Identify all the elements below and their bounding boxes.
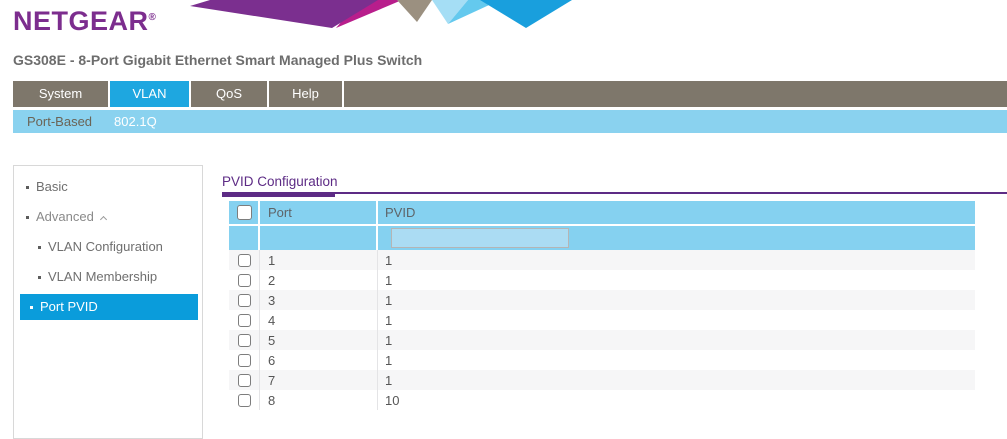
pvid-cell: 1 <box>378 270 975 290</box>
row-checkbox[interactable] <box>238 314 251 327</box>
subnav-item-port-based[interactable]: Port-Based <box>27 114 92 129</box>
subnav-item-8021q[interactable]: 802.1Q <box>114 114 157 129</box>
port-cell: 2 <box>260 270 378 290</box>
row-checkbox[interactable] <box>238 254 251 267</box>
sidebar-item-vlan-configuration[interactable]: VLAN Configuration <box>14 232 202 262</box>
table-row: 6 1 <box>229 350 975 370</box>
square-bullet-icon <box>26 216 29 219</box>
sidebar-item-vlan-membership[interactable]: VLAN Membership <box>14 262 202 292</box>
logo-text: NETGEAR <box>13 6 149 36</box>
row-checkbox[interactable] <box>238 274 251 287</box>
table-row: 3 1 <box>229 290 975 310</box>
sidebar-item-basic[interactable]: Basic <box>14 172 202 202</box>
tab-system[interactable]: System <box>13 81 110 107</box>
section-heading: PVID Configuration <box>222 174 338 189</box>
port-cell: 7 <box>260 370 378 390</box>
tab-qos[interactable]: QoS <box>191 81 269 107</box>
sidebar-item-label: Basic <box>36 179 68 194</box>
tab-vlan[interactable]: VLAN <box>110 81 191 107</box>
select-all-checkbox[interactable] <box>237 205 252 220</box>
heading-rule <box>222 192 1007 194</box>
row-checkbox[interactable] <box>238 374 251 387</box>
port-cell: 3 <box>260 290 378 310</box>
table-row: 2 1 <box>229 270 975 290</box>
row-checkbox[interactable] <box>238 334 251 347</box>
table-header-row: Port PVID <box>229 201 975 224</box>
pvid-cell: 1 <box>378 350 975 370</box>
page-title: GS308E - 8-Port Gigabit Ethernet Smart M… <box>13 52 422 68</box>
sidebar-item-label: VLAN Membership <box>48 269 157 284</box>
table-row: 4 1 <box>229 310 975 330</box>
sidebar-item-port-pvid[interactable]: Port PVID <box>20 294 198 320</box>
filter-port-cell <box>260 226 378 250</box>
page: NETGEAR® GS308E - 8-Port Gigabit Etherne… <box>0 0 1007 439</box>
port-cell: 5 <box>260 330 378 350</box>
netgear-logo: NETGEAR® <box>13 6 156 37</box>
filter-pvid-cell <box>378 226 975 250</box>
sidebar: Basic Advanced VLAN Configuration VLAN M… <box>13 165 203 439</box>
registered-mark: ® <box>149 12 157 23</box>
pvid-cell: 1 <box>378 310 975 330</box>
sidebar-item-label: Port PVID <box>40 299 98 314</box>
pvid-cell: 1 <box>378 370 975 390</box>
tab-help[interactable]: Help <box>269 81 344 107</box>
column-header-pvid: PVID <box>378 201 975 224</box>
pvid-cell: 1 <box>378 290 975 310</box>
port-cell: 4 <box>260 310 378 330</box>
pvid-cell: 10 <box>378 390 975 410</box>
banner-graphic <box>185 0 575 29</box>
square-bullet-icon <box>38 276 41 279</box>
row-checkbox[interactable] <box>238 394 251 407</box>
port-cell: 8 <box>260 390 378 410</box>
row-checkbox[interactable] <box>238 354 251 367</box>
sub-nav: Port-Based 802.1Q <box>13 110 1007 133</box>
column-header-port: Port <box>260 201 378 224</box>
heading-rule-accent <box>222 192 335 197</box>
square-bullet-icon <box>26 186 29 189</box>
main-nav: System VLAN QoS Help <box>13 81 1007 107</box>
header-checkbox-cell <box>229 201 260 224</box>
pvid-cell: 1 <box>378 330 975 350</box>
filter-checkbox-cell <box>229 226 260 250</box>
port-cell: 6 <box>260 350 378 370</box>
sidebar-item-advanced[interactable]: Advanced <box>14 202 202 232</box>
table-row: 1 1 <box>229 250 975 270</box>
square-bullet-icon <box>30 306 33 309</box>
row-checkbox[interactable] <box>238 294 251 307</box>
sidebar-item-label: Advanced <box>36 209 94 224</box>
pvid-cell: 1 <box>378 250 975 270</box>
table-row: 7 1 <box>229 370 975 390</box>
port-cell: 1 <box>260 250 378 270</box>
sidebar-item-label: VLAN Configuration <box>48 239 163 254</box>
table-filter-row <box>229 224 975 250</box>
caret-up-icon <box>100 216 107 223</box>
table-row: 8 10 <box>229 390 975 410</box>
pvid-table: Port PVID 1 1 2 1 3 1 4 1 <box>229 201 975 410</box>
nav-filler <box>344 81 1007 107</box>
square-bullet-icon <box>38 246 41 249</box>
pvid-filter-input[interactable] <box>391 228 569 248</box>
table-row: 5 1 <box>229 330 975 350</box>
